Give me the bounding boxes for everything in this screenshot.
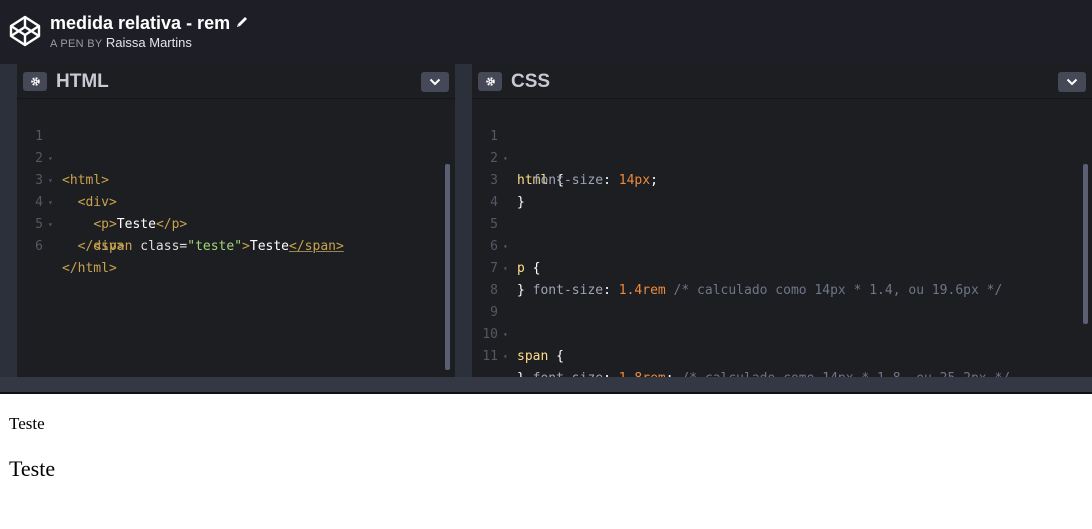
result-preview: Teste Teste [0,394,1092,529]
html-tag: </span> [289,239,344,254]
codepen-cube-icon[interactable] [9,15,41,47]
css-scrollbar[interactable] [1083,164,1088,324]
gear-icon [30,77,40,86]
pen-byline: A PEN BY Raissa Martins [50,35,192,50]
css-panel-header: CSS [472,64,1092,99]
line-number: 11 [482,349,498,364]
css-brace: { [548,349,564,364]
code-line: 3 } [472,148,1092,210]
html-tag: </div> [77,239,125,254]
preview-paragraph: Teste [9,414,45,433]
html-editor-panel: HTML 1 ▾ <html> 2 ▾ <div> 3 ▾ <p>Teste</… [17,64,455,377]
byline-prefix: A PEN BY [50,38,103,50]
author-link[interactable]: Raissa Martins [106,35,192,50]
code-line: 4 [472,170,1092,210]
code-line: 8 [472,258,1092,298]
html-tag: </html> [62,261,117,276]
preview-span: Teste [9,456,56,481]
html-settings-button[interactable] [23,72,47,91]
code-line: 6 ▾ font-size: 1.4rem /* calculado como … [472,214,1092,298]
pencil-icon[interactable] [235,15,249,29]
line-number: 6 [35,239,43,254]
code-line: 4 ▾ <span class="teste">Teste</span> [17,170,455,254]
css-panel-title: CSS [511,71,551,92]
code-line: 9 ▾ span { [472,280,1092,364]
html-scrollbar[interactable] [445,164,450,370]
html-attr: class [140,239,180,254]
html-panel-title: HTML [56,71,109,92]
css-collapse-button[interactable] [1058,72,1086,92]
code-line: 1 ▾ <html> [17,104,455,188]
html-code[interactable]: 1 ▾ <html> 2 ▾ <div> 3 ▾ <p>Teste</p> 4 … [17,104,455,276]
editor-resize-bar[interactable] [0,377,1092,394]
css-settings-button[interactable] [478,72,502,91]
code-line: 11 } [472,324,1092,386]
chevron-down-icon [1066,78,1078,86]
pen-title-row: medida relativa - rem [50,12,249,34]
code-line: 10 ▾ font-size: 1.8rem; /* calculado com… [472,302,1092,386]
html-tag: > [242,239,250,254]
code-line: 6 </html> [17,214,455,276]
html-text: Teste [249,239,290,254]
css-editor-panel: CSS 1 ▾ html { 2 font-size: 14px; 3 } 4 … [472,64,1092,386]
code-line: 2 font-size: 14px; [472,126,1092,188]
css-code[interactable]: 1 ▾ html { 2 font-size: 14px; 3 } 4 5 ▾ … [472,104,1092,386]
code-line: 5 ▾ p { [472,192,1092,276]
code-line: 3 ▾ <p>Teste</p> [17,148,455,232]
html-collapse-button[interactable] [421,72,449,92]
code-line: 2 ▾ <div> [17,126,455,210]
code-line: 5 </div> [17,192,455,254]
html-panel-header: HTML [17,64,455,99]
code-line: 7 } [472,236,1092,298]
pen-title[interactable]: medida relativa - rem [50,13,230,34]
editors-area: HTML 1 ▾ <html> 2 ▾ <div> 3 ▾ <p>Teste</… [0,64,1092,386]
pen-header: medida relativa - rem A PEN BY Raissa Ma… [0,0,1092,64]
chevron-down-icon [429,78,441,86]
gear-icon [485,77,495,86]
code-line: 1 ▾ html { [472,104,1092,188]
code-text: </html> [62,258,117,280]
html-attr-value: "teste" [187,239,243,254]
